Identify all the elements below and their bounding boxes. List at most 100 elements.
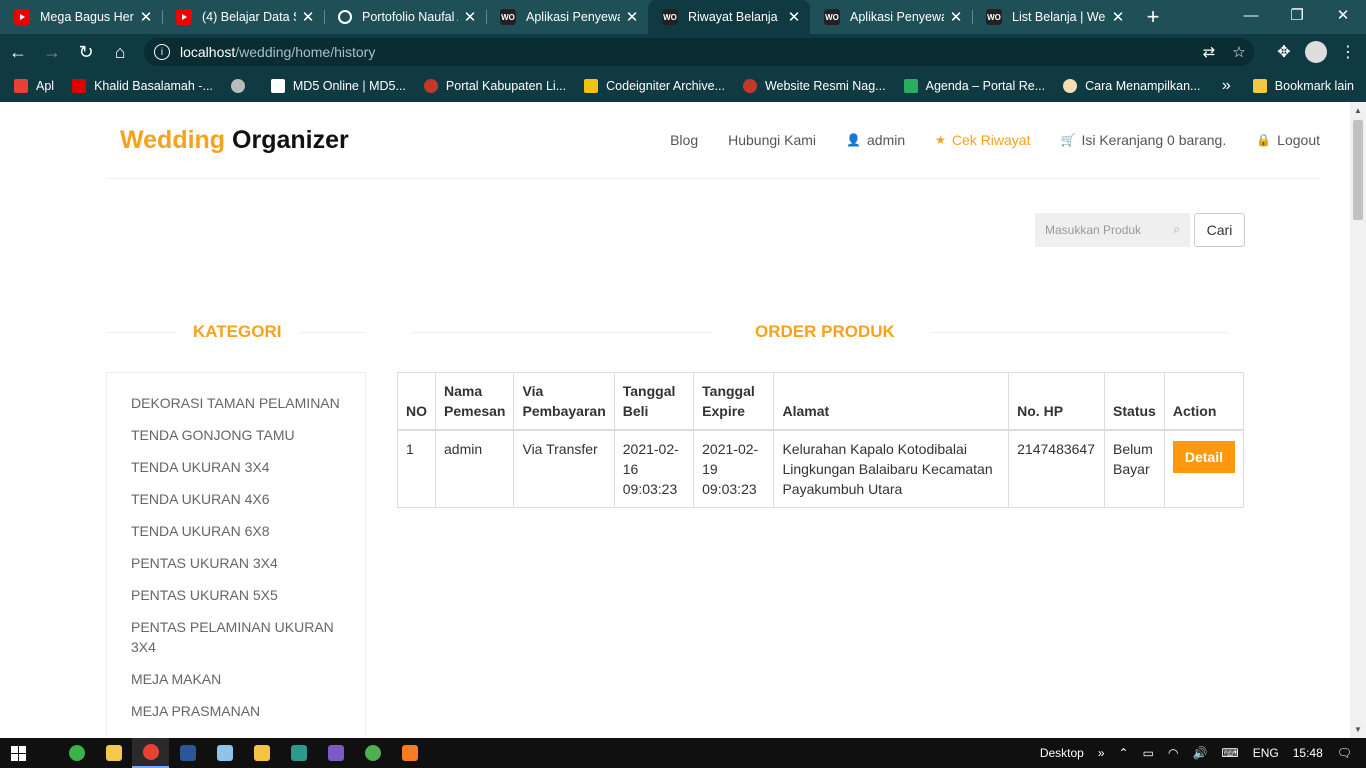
forward-icon[interactable]: → xyxy=(36,36,68,68)
category-item[interactable]: TENDA UKURAN 4X6 xyxy=(107,489,365,509)
app-icon[interactable] xyxy=(58,738,95,768)
wo-icon: WO xyxy=(824,9,840,25)
menu-icon[interactable]: ⋮ xyxy=(1332,36,1364,68)
bookmark-item[interactable]: Khalid Basalamah -... xyxy=(72,79,213,93)
bookmark-item[interactable]: Apl xyxy=(14,79,54,93)
volume-icon[interactable]: 🔊 xyxy=(1192,746,1207,760)
col-status: Status xyxy=(1104,372,1165,431)
other-bookmarks[interactable]: Bookmark lain xyxy=(1252,79,1354,93)
notification-icon[interactable]: 🗨 xyxy=(1337,746,1352,760)
visual-studio-icon[interactable] xyxy=(317,738,354,768)
back-icon[interactable]: ← xyxy=(2,36,34,68)
youtube-icon xyxy=(72,79,87,93)
category-item[interactable]: MEJA MAKAN xyxy=(107,669,365,689)
app-icon[interactable] xyxy=(280,738,317,768)
scrollbar-thumb[interactable] xyxy=(1353,120,1363,220)
taskbar: Desktop » ⌃ ▭ ◠ 🔊 ⌨ ENG 15:48 🗨 xyxy=(0,738,1366,768)
wifi-icon[interactable]: ◠ xyxy=(1168,746,1178,760)
chrome-icon[interactable] xyxy=(132,738,169,768)
close-tab-icon[interactable]: ✕ xyxy=(300,8,316,26)
browser-tab[interactable]: WO Aplikasi Penyewaa ✕ xyxy=(486,0,648,34)
scroll-up-icon[interactable]: ▲ xyxy=(1354,106,1362,115)
close-tab-icon[interactable]: ✕ xyxy=(138,8,154,26)
xampp-icon[interactable] xyxy=(391,738,428,768)
close-tab-icon[interactable]: ✕ xyxy=(948,8,964,26)
browser-tab[interactable]: Mega Bagus Herla ✕ xyxy=(0,0,162,34)
nav-cek-riwayat[interactable]: ★ Cek Riwayat xyxy=(935,132,1030,148)
word-icon[interactable] xyxy=(169,738,206,768)
category-item[interactable]: MEJA PRASMANAN xyxy=(107,701,365,721)
category-item[interactable]: PENTAS PELAMINAN UKURAN 3X4 xyxy=(107,617,365,657)
category-item[interactable]: PENTAS UKURAN 5X5 xyxy=(107,585,365,605)
nav-logout[interactable]: 🔒 Logout xyxy=(1256,132,1320,148)
close-tab-icon[interactable]: ✕ xyxy=(1110,8,1126,26)
close-tab-icon[interactable]: ✕ xyxy=(624,8,640,26)
bookmark-star-icon[interactable]: ☆ xyxy=(1224,43,1254,61)
browser-tab-active[interactable]: WO Riwayat Belanja | V ✕ xyxy=(648,0,810,34)
bookmark-item[interactable]: Cara Menampilkan... xyxy=(1063,79,1200,93)
page-scrollbar[interactable]: ▲ ▼ xyxy=(1350,102,1366,738)
clock[interactable]: 15:48 xyxy=(1293,746,1323,760)
youtube-icon xyxy=(176,9,192,25)
category-item[interactable]: TENDA GONJONG TAMU xyxy=(107,425,365,445)
close-tab-icon[interactable]: ✕ xyxy=(786,8,802,26)
nav-admin[interactable]: 👤 admin xyxy=(846,132,905,148)
bookmark-item[interactable]: MD5 Online | MD5... xyxy=(270,79,406,93)
desktop-label[interactable]: Desktop xyxy=(1040,746,1084,760)
col-hp: No. HP xyxy=(1008,372,1106,431)
language-indicator[interactable]: ENG xyxy=(1253,746,1279,760)
chevron-up-icon[interactable]: ⌃ xyxy=(1119,746,1129,760)
bookmark-item[interactable]: Portal Kabupaten Li... xyxy=(423,79,566,93)
bookmark-item[interactable] xyxy=(230,79,253,93)
browser-tab[interactable]: (4) Belajar Data Sc ✕ xyxy=(162,0,324,34)
nav-hubungi-kami[interactable]: Hubungi Kami xyxy=(728,132,816,148)
browser-toolbar: ← → ↻ ⌂ i localhost/wedding/home/history… xyxy=(0,34,1366,70)
address-bar[interactable]: i localhost/wedding/home/history ⇄ ☆ xyxy=(144,38,1254,66)
keyboard-icon[interactable]: ⌨ xyxy=(1221,746,1238,760)
site-logo[interactable]: Wedding Organizer xyxy=(120,126,349,155)
browser-tab[interactable]: WO List Belanja | Wedc ✕ xyxy=(972,0,1134,34)
chevron-right-icon[interactable]: » xyxy=(1098,746,1105,760)
category-item[interactable]: PENTAS UKURAN 3X4 xyxy=(107,553,365,573)
notepad-icon[interactable] xyxy=(206,738,243,768)
emblem-icon xyxy=(742,79,757,93)
category-item[interactable]: TENDA UKURAN 6X8 xyxy=(107,521,365,541)
file-explorer-icon[interactable] xyxy=(95,738,132,768)
site-info-icon[interactable]: i xyxy=(154,44,170,60)
profile-button[interactable] xyxy=(1300,36,1332,68)
restore-icon[interactable]: ❐ xyxy=(1274,0,1320,30)
detail-button[interactable]: Detail xyxy=(1172,441,1235,473)
order-title: ORDER PRODUK xyxy=(755,322,895,341)
home-icon[interactable]: ⌂ xyxy=(104,36,136,68)
app-icon[interactable] xyxy=(354,738,391,768)
minimize-icon[interactable]: — xyxy=(1228,0,1274,30)
reload-icon[interactable]: ↻ xyxy=(70,36,102,68)
new-tab-button[interactable]: + xyxy=(1138,0,1168,34)
close-tab-icon[interactable]: ✕ xyxy=(462,8,478,26)
search-button[interactable]: Cari xyxy=(1194,213,1245,247)
bookmark-item[interactable]: Agenda – Portal Re... xyxy=(903,79,1045,93)
sticky-notes-icon[interactable] xyxy=(243,738,280,768)
category-item[interactable]: TENDA UKURAN 3X4 xyxy=(107,457,365,477)
more-bookmarks-icon[interactable]: » xyxy=(1222,77,1231,95)
windows-start-icon[interactable] xyxy=(0,738,36,768)
scroll-down-icon[interactable]: ▼ xyxy=(1354,725,1362,734)
search-icon: ⌕ xyxy=(1173,222,1180,236)
extensions-icon[interactable]: ✥ xyxy=(1268,36,1300,68)
browser-tab[interactable]: Portofolio Naufal A ✕ xyxy=(324,0,486,34)
cell-hp: 2147483647 xyxy=(1008,429,1106,508)
battery-icon[interactable]: ▭ xyxy=(1143,746,1154,760)
browser-tab[interactable]: WO Aplikasi Penyewaa ✕ xyxy=(810,0,972,34)
translate-icon[interactable]: ⇄ xyxy=(1194,43,1224,61)
tab-title: Portofolio Naufal A xyxy=(362,10,458,24)
search-input[interactable]: Masukkan Produk ⌕ xyxy=(1035,213,1190,247)
wo-icon: WO xyxy=(986,9,1002,25)
nav-blog[interactable]: Blog xyxy=(670,132,698,148)
category-item[interactable]: DEKORASI TAMAN PELAMINAN xyxy=(107,393,365,413)
nav-cart[interactable]: 🛒 Isi Keranjang 0 barang. xyxy=(1061,132,1227,148)
avatar xyxy=(1305,41,1327,63)
close-window-icon[interactable]: ✕ xyxy=(1320,0,1366,30)
cell-action: Detail xyxy=(1163,429,1245,508)
bookmark-item[interactable]: Website Resmi Nag... xyxy=(742,79,886,93)
bookmark-item[interactable]: Codeigniter Archive... xyxy=(584,79,725,93)
